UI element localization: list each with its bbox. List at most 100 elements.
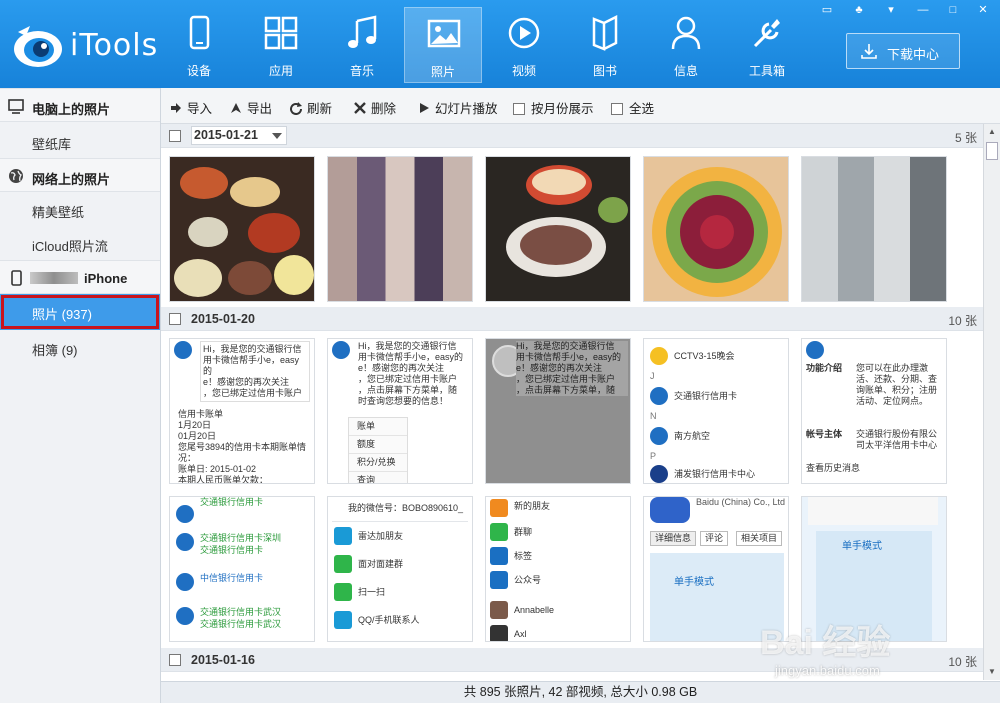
nav-label: 应用 bbox=[268, 64, 293, 78]
shirt-icon[interactable]: ♣ bbox=[850, 3, 868, 17]
screenshot-text: ，您已绑定过信用卡账户 bbox=[358, 374, 458, 384]
screenshot-text: 交通银行信用卡 bbox=[200, 497, 264, 507]
export-icon bbox=[231, 103, 241, 113]
maximize-icon[interactable]: □ bbox=[944, 3, 962, 17]
date-group-header: 2015-01-21 5 张 bbox=[161, 124, 983, 148]
group-select-checkbox[interactable] bbox=[169, 654, 181, 666]
group-select-checkbox[interactable] bbox=[169, 130, 181, 142]
date-group-header: 2015-01-20 10 张 bbox=[161, 307, 983, 331]
nav-photos[interactable]: 照片 bbox=[404, 7, 482, 83]
group-count: 10 张 bbox=[948, 655, 977, 669]
sidebar-item-icloud-stream[interactable]: iCloud照片流 bbox=[0, 226, 160, 260]
nav-video[interactable]: 视频 bbox=[485, 7, 563, 83]
photo-thumb[interactable] bbox=[485, 156, 631, 302]
minimize-icon[interactable]: — bbox=[914, 3, 932, 17]
top-bar: iTools ▭ ♣ ▾ — □ ✕ 设备 应用 音乐 照片 视频 图书 信息 … bbox=[0, 0, 1000, 88]
nav-device[interactable]: 设备 bbox=[160, 7, 238, 83]
sidebar-section-pc-photos[interactable]: 电脑上的照片 bbox=[0, 88, 160, 122]
nav-books[interactable]: 图书 bbox=[566, 7, 644, 83]
dropdown-icon[interactable]: ▾ bbox=[882, 3, 900, 17]
sidebar-item-label: 壁纸库 bbox=[32, 137, 72, 152]
scroll-thumb[interactable] bbox=[986, 142, 998, 160]
vertical-scrollbar[interactable]: ▲ ▼ bbox=[983, 124, 1000, 680]
screenshot-text: 雷达加朋友 bbox=[358, 531, 404, 541]
screenshot-text: 新的朋友 bbox=[514, 501, 551, 511]
photo-thumb[interactable]: 功能介绍 您可以在此办理激活、还款、分期、查询账单、积分；注册活动、定位网点。 … bbox=[801, 338, 947, 484]
photo-thumb[interactable] bbox=[169, 156, 315, 302]
sidebar-item-label: 相簿 (9) bbox=[32, 343, 78, 358]
nav-label: 照片 bbox=[430, 65, 455, 79]
nav-music[interactable]: 音乐 bbox=[323, 7, 401, 83]
screenshot-text: 详细信息 bbox=[650, 531, 697, 546]
screenshot-text: 账单日: 2015-01-02 bbox=[178, 464, 257, 474]
close-icon[interactable]: ✕ bbox=[974, 3, 992, 17]
photo-thumb-pixelated[interactable] bbox=[801, 156, 947, 302]
download-icon bbox=[861, 44, 877, 59]
scroll-up-icon[interactable]: ▲ bbox=[984, 124, 1000, 140]
slideshow-button[interactable]: 幻灯片播放 bbox=[417, 98, 498, 116]
photo-toolbar: 导入 导出 刷新 删除 幻灯片播放 按月份展示 全选 bbox=[161, 88, 1000, 124]
nav-toolbox[interactable]: 工具箱 bbox=[728, 7, 806, 83]
export-button[interactable]: 导出 bbox=[229, 98, 273, 116]
screenshot-text: 查询 bbox=[357, 475, 376, 484]
monitor-icon bbox=[8, 99, 24, 114]
delete-icon bbox=[354, 102, 366, 114]
delete-button[interactable]: 删除 bbox=[353, 98, 396, 116]
sidebar-item-albums[interactable]: 相簿 (9) bbox=[0, 330, 160, 364]
sidebar-item-fine-wallpapers[interactable]: 精美壁纸 bbox=[0, 192, 160, 226]
book-icon bbox=[592, 15, 618, 51]
nav-apps[interactable]: 应用 bbox=[242, 7, 320, 83]
photo-thumb[interactable]: CCTV3-15晚会 J 交通银行信用卡 N 南方航空 P 浦发银行信用卡中心 bbox=[643, 338, 789, 484]
sidebar-section-label: iPhone bbox=[84, 271, 128, 286]
nav-label: 视频 bbox=[511, 64, 536, 78]
photo-thumb[interactable] bbox=[643, 156, 789, 302]
screenshot-text: 您可以在此办理激活、还款、分期、查询账单、积分；注册活动、定位网点。 bbox=[856, 363, 938, 406]
sidebar: 电脑上的照片 壁纸库 网络上的照片 精美壁纸 iCloud照片流 iPhone … bbox=[0, 88, 161, 703]
sidebar-item-wallpaper-library[interactable]: 壁纸库 bbox=[0, 124, 160, 158]
photo-thumb[interactable]: Hi，我是您的交通银行信 用卡微信帮手小e，easy的 e！感谢您的再次关注 ，… bbox=[327, 338, 473, 484]
status-bar: 共 895 张照片, 42 部视频, 总大小 0.98 GB bbox=[161, 681, 1000, 703]
sidebar-section-network-photos[interactable]: 网络上的照片 bbox=[0, 158, 160, 192]
by-month-toggle[interactable]: 按月份展示 bbox=[513, 98, 594, 116]
nav-contacts[interactable]: 信息 bbox=[647, 7, 725, 83]
screenshot-text: ，您已绑定过信用卡账户 bbox=[203, 388, 303, 398]
by-month-checkbox[interactable] bbox=[513, 103, 525, 115]
sidebar-item-photos[interactable]: 照片 (937) bbox=[0, 294, 160, 330]
export-label: 导出 bbox=[247, 102, 273, 116]
screenshot-text: 我的微信号：BOBO890610_ bbox=[348, 503, 464, 513]
photo-thumb[interactable]: 交通银行信用卡 交通银行信用卡深圳 交通银行信用卡 中信银行信用卡 交通银行信用… bbox=[169, 496, 315, 642]
screenshot-text: 南方航空 bbox=[674, 431, 711, 441]
screenshot-text: ，点击屏幕下方菜单，随 bbox=[516, 385, 616, 395]
select-all-toggle[interactable]: 全选 bbox=[611, 98, 654, 116]
screenshot-text: 本期人民币账单欠款： bbox=[178, 475, 269, 484]
photo-thumb[interactable]: Hi，我是您的交通银行信 用卡微信帮手小e，easy的 e！感谢您的再次关注 ，… bbox=[485, 338, 631, 484]
screenshot-text: 评论 bbox=[700, 531, 729, 546]
screenshot-text: Hi，我是您的交通银行信 bbox=[358, 341, 457, 351]
speech-icon[interactable]: ▭ bbox=[818, 3, 836, 17]
date-dropdown[interactable]: 2015-01-21 bbox=[191, 126, 287, 145]
globe-icon bbox=[9, 169, 23, 183]
group-count: 5 张 bbox=[954, 131, 977, 145]
scroll-down-icon[interactable]: ▼ bbox=[984, 664, 1000, 680]
screenshot-text: J bbox=[650, 371, 655, 381]
photo-grid: 2015-01-21 5 张 2015-01-20 10 张 Hi，我是您的交通… bbox=[161, 124, 983, 680]
photo-thumb[interactable]: Hi，我是您的交通银行信 用卡微信帮手小e，easy的 e！感谢您的再次关注 ，… bbox=[169, 338, 315, 484]
screenshot-text: 单手模式 bbox=[842, 541, 882, 552]
download-center-button[interactable]: 下载中心 bbox=[846, 33, 960, 69]
select-all-checkbox[interactable] bbox=[611, 103, 623, 115]
photo-thumb[interactable]: 我的微信号：BOBO890610_ 雷达加朋友 面对面建群 扫一扫 QQ/手机联… bbox=[327, 496, 473, 642]
sidebar-item-label: iCloud照片流 bbox=[32, 239, 108, 254]
import-button[interactable]: 导入 bbox=[169, 98, 212, 116]
group-select-checkbox[interactable] bbox=[169, 313, 181, 325]
contacts-icon bbox=[671, 16, 701, 50]
sidebar-section-iphone[interactable]: iPhone bbox=[0, 260, 160, 294]
screenshot-text: 标签 bbox=[514, 551, 533, 561]
screenshot-text: 用卡微信帮手小e，easy的 bbox=[358, 352, 464, 362]
photo-thumb-pixelated[interactable] bbox=[327, 156, 473, 302]
refresh-button[interactable]: 刷新 bbox=[289, 98, 332, 116]
photo-thumb[interactable]: 新的朋友 群聊 标签 公众号 Annabelle Axl bbox=[485, 496, 631, 642]
screenshot-text: 查看历史消息 bbox=[806, 463, 861, 473]
screenshot-text: 面对面建群 bbox=[358, 559, 404, 569]
group-count: 10 张 bbox=[948, 314, 977, 328]
nav-label: 音乐 bbox=[349, 64, 374, 78]
